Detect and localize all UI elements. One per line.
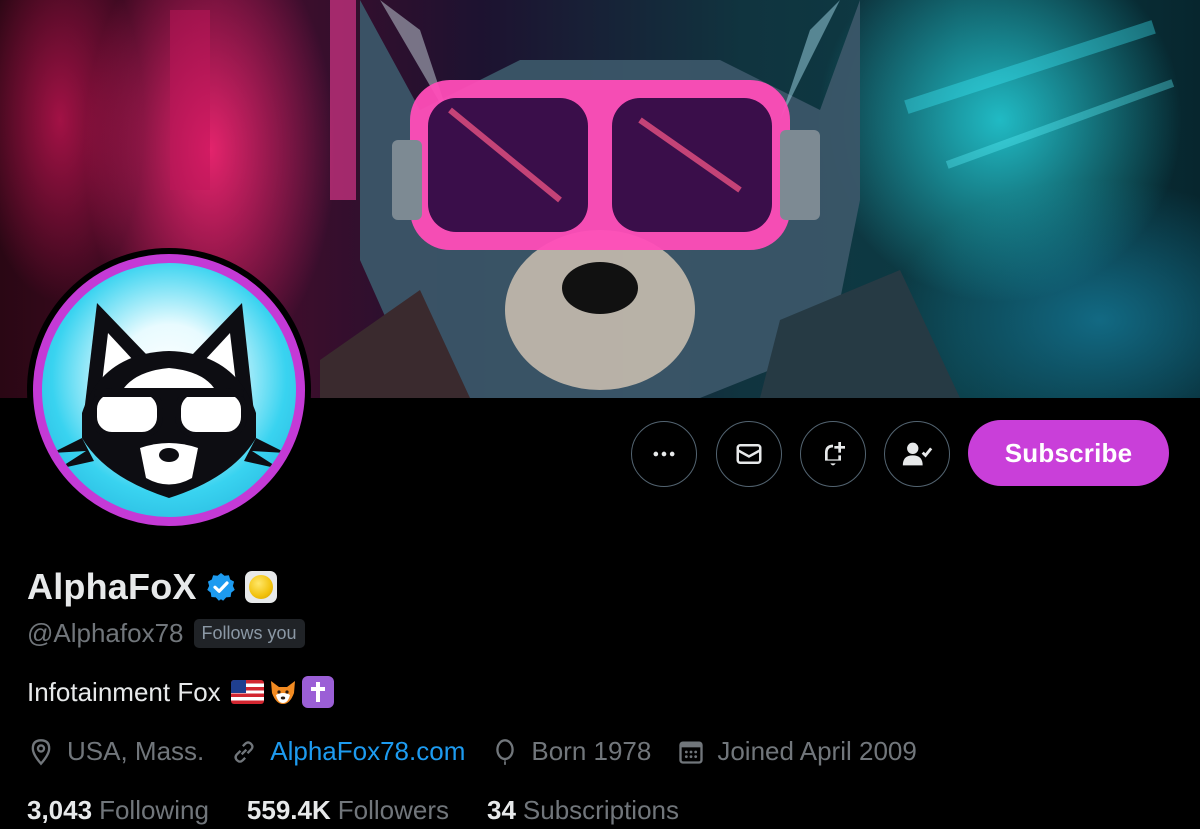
location: USA, Mass. — [27, 736, 204, 767]
subscriptions-stat[interactable]: 34 Subscriptions — [487, 795, 679, 826]
birthday: Born 1978 — [491, 736, 651, 767]
profile-stats: 3,043 Following 559.4K Followers 34 Subs… — [27, 795, 717, 826]
following-stat[interactable]: 3,043 Following — [27, 795, 209, 826]
latin-cross-icon — [301, 676, 334, 708]
location-text: USA, Mass. — [67, 736, 205, 766]
bio-text: Infotainment Fox — [27, 676, 221, 707]
website: AlphaFox78.com — [230, 736, 465, 767]
profile-meta: USA, Mass. AlphaFox78.com Born 1978 Join… — [27, 736, 943, 767]
bell-plus-icon — [825, 442, 845, 466]
subscriptions-count: 34 — [487, 795, 516, 825]
following-label: Following — [99, 795, 209, 825]
joined-text: Joined April 2009 — [717, 736, 917, 766]
location-pin-icon — [31, 738, 51, 765]
profile-handle: @Alphafox78 — [27, 618, 184, 648]
subscriptions-label: Subscriptions — [522, 795, 679, 825]
website-link[interactable]: AlphaFox78.com — [270, 736, 465, 767]
person-check-icon — [902, 442, 933, 466]
following-button[interactable] — [884, 421, 950, 487]
handle-row: @Alphafox78 Follows you — [27, 618, 305, 649]
calendar-icon — [679, 741, 704, 764]
subscribe-button[interactable]: Subscribe — [968, 420, 1169, 486]
us-flag-icon — [230, 680, 264, 704]
profile-name-row: AlphaFoX — [27, 566, 277, 608]
envelope-icon — [736, 444, 762, 464]
following-count: 3,043 — [27, 795, 93, 825]
balloon-icon — [496, 738, 515, 765]
display-name: AlphaFoX — [27, 566, 197, 607]
more-horizontal-icon — [653, 451, 675, 457]
avatar-image — [33, 254, 305, 526]
notifications-button[interactable] — [800, 421, 866, 487]
link-icon — [234, 740, 254, 763]
followers-label: Followers — [337, 795, 449, 825]
profile-avatar[interactable] — [27, 248, 311, 532]
profile-bio: Infotainment Fox — [27, 676, 334, 708]
followers-count: 559.4K — [246, 795, 331, 825]
message-button[interactable] — [716, 421, 782, 487]
more-options-button[interactable] — [631, 421, 697, 487]
gold-coin-badge-icon[interactable] — [244, 571, 277, 603]
cat-with-glasses-icon — [52, 303, 286, 498]
verified-badge-icon[interactable] — [205, 571, 237, 603]
born-text: Born 1978 — [531, 736, 652, 766]
follows-you-badge: Follows you — [193, 619, 305, 648]
fox-face-icon — [270, 681, 295, 704]
followers-stat[interactable]: 559.4K Followers — [247, 795, 449, 826]
join-date: Joined April 2009 — [677, 736, 917, 767]
